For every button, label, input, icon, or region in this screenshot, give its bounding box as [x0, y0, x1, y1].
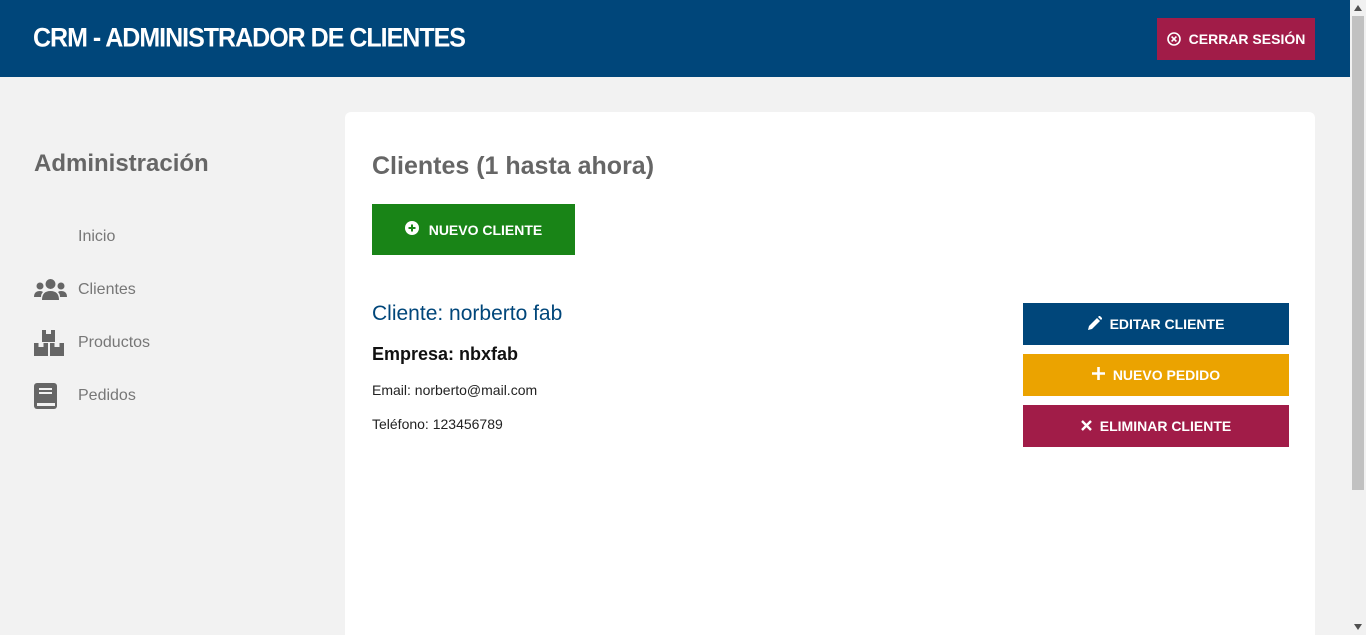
sidebar-item-label: Inicio	[78, 227, 116, 245]
new-order-button[interactable]: NUEVO PEDIDO	[1023, 354, 1289, 396]
sidebar-nav: Inicio Clientes Productos Pedidos	[34, 210, 314, 422]
scrollbar-thumb[interactable]	[1352, 16, 1364, 490]
x-icon	[1080, 418, 1092, 434]
scroll-up-icon[interactable]	[1350, 0, 1366, 16]
pencil-icon	[1087, 315, 1103, 333]
edit-client-button[interactable]: EDITAR CLIENTE	[1023, 303, 1289, 345]
client-email: Email: norberto@mail.com	[372, 382, 538, 398]
blank-icon	[34, 222, 78, 252]
sidebar-item-clientes[interactable]: Clientes	[34, 263, 314, 316]
app-title: CRM - Administrador de Clientes	[33, 22, 466, 54]
sidebar-item-inicio[interactable]: Inicio	[34, 210, 314, 263]
page-title: Clientes (1 hasta ahora)	[372, 152, 655, 180]
sidebar-item-pedidos[interactable]: Pedidos	[34, 369, 314, 422]
logout-button[interactable]: CERRAR SESIÓN	[1157, 18, 1315, 60]
edit-client-label: EDITAR CLIENTE	[1109, 316, 1225, 332]
plus-circle-icon	[404, 221, 419, 238]
close-circle-icon	[1166, 32, 1181, 46]
client-phone: Teléfono: 123456789	[372, 416, 503, 432]
boxes-icon	[34, 328, 78, 358]
new-order-label: NUEVO PEDIDO	[1112, 367, 1221, 383]
client-company: Empresa: nbxfab	[372, 344, 519, 364]
plus-icon	[1091, 367, 1105, 383]
new-client-button[interactable]: NUEVO CLIENTE	[372, 204, 575, 255]
users-icon	[34, 275, 78, 305]
vertical-scrollbar[interactable]	[1350, 0, 1366, 635]
sidebar-item-label: Clientes	[78, 280, 136, 298]
sidebar-title: Administración	[34, 150, 209, 177]
sidebar-item-label: Pedidos	[78, 386, 136, 404]
logout-label: CERRAR SESIÓN	[1188, 31, 1306, 47]
clients-panel: Clientes (1 hasta ahora) NUEVO CLIENTE C…	[345, 112, 1315, 635]
client-name: Cliente: norberto fab	[372, 302, 563, 325]
scroll-down-icon[interactable]	[1350, 619, 1366, 635]
sidebar-item-productos[interactable]: Productos	[34, 316, 314, 369]
top-header: CRM - Administrador de Clientes CERRAR S…	[0, 0, 1350, 77]
sidebar-item-label: Productos	[78, 333, 151, 351]
delete-client-button[interactable]: ELIMINAR CLIENTE	[1023, 405, 1289, 447]
delete-client-label: ELIMINAR CLIENTE	[1099, 418, 1232, 434]
book-icon	[34, 381, 78, 411]
new-client-label: NUEVO CLIENTE	[428, 221, 543, 238]
